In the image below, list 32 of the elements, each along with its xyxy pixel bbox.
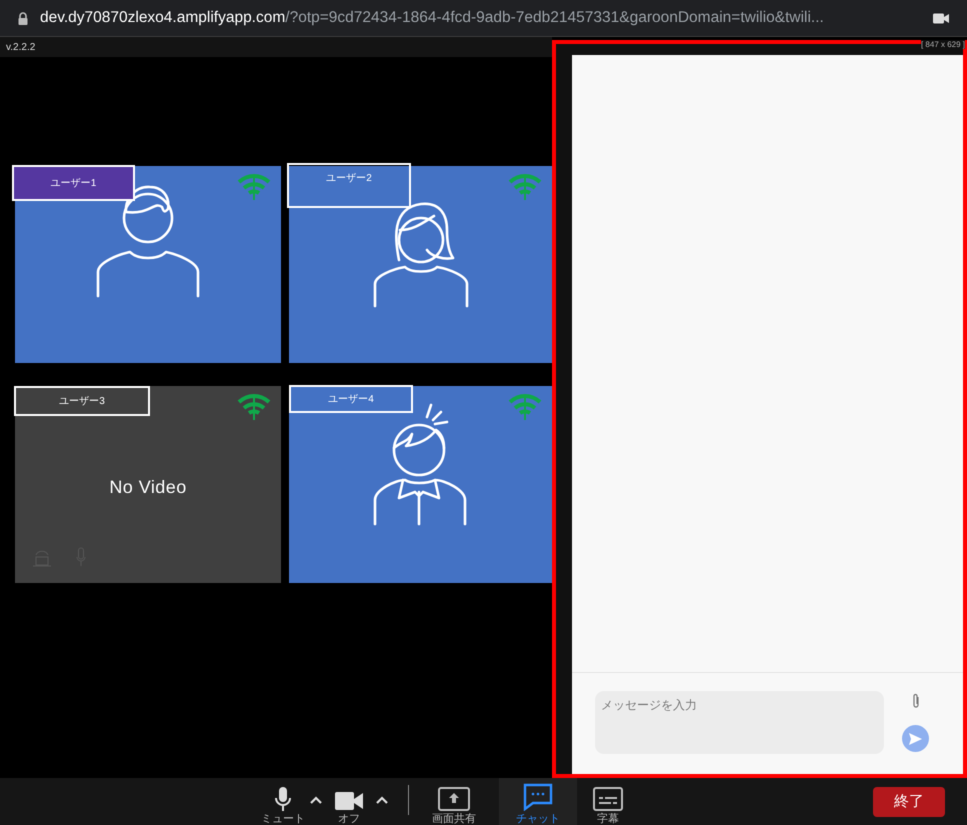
captions-icon	[593, 787, 623, 811]
end-button[interactable]: 終了	[873, 787, 945, 817]
signal-icon	[508, 394, 542, 420]
no-video-text: No Video	[109, 476, 187, 499]
signal-icon	[508, 174, 542, 200]
signal-icon	[237, 174, 271, 200]
toolbar-button[interactable]: チャット	[499, 778, 577, 825]
lock-icon	[18, 12, 28, 24]
participant-name: ユーザー3	[14, 386, 150, 416]
microphone-icon	[275, 787, 291, 811]
video-camera-icon[interactable]	[933, 12, 949, 24]
toolbar-button[interactable]: ミュート	[260, 778, 306, 825]
participant-name: ユーザー2	[287, 163, 411, 208]
screen-share-icon	[438, 787, 470, 811]
message-input[interactable]: メッセージを入力	[595, 691, 884, 754]
toolbar-button[interactable]: 字幕	[577, 778, 639, 825]
toolbar-button[interactable]: オフ	[326, 778, 372, 825]
participant-name: ユーザー1	[12, 165, 135, 201]
toolbar-button[interactable]: 画面共有	[421, 778, 487, 825]
caret-icon	[309, 794, 323, 804]
chat-icon	[523, 783, 553, 811]
participant-name: ユーザー4	[289, 385, 413, 413]
caret-icon	[375, 794, 389, 804]
caret-button[interactable]	[375, 794, 389, 804]
version-label: v.2.2.2	[6, 40, 36, 54]
signal-icon	[237, 394, 271, 420]
viewport-size-label: [ 847 x 629 ]	[920, 40, 965, 49]
paperclip-icon[interactable]	[912, 693, 920, 709]
boy-avatar-icon	[372, 402, 468, 528]
video-camera-icon	[335, 791, 363, 811]
send-icon	[909, 732, 922, 744]
caret-button[interactable]	[309, 794, 323, 804]
